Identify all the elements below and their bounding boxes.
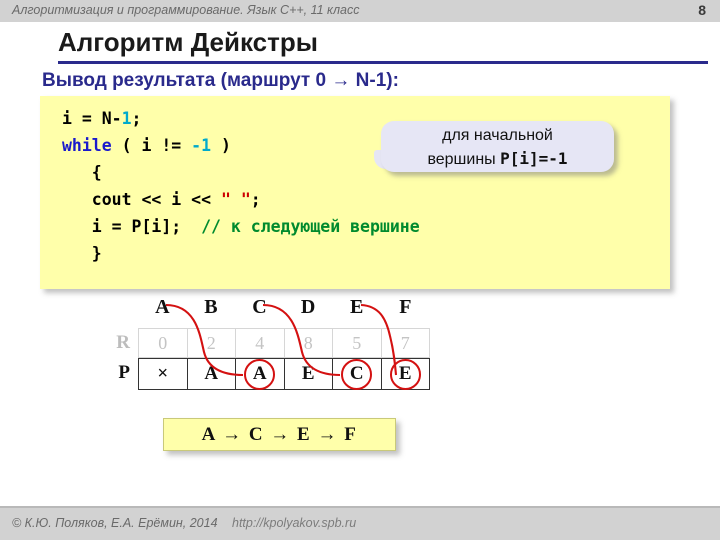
distance-parent-table: A B C D E F R P 0 2 4 8 5 7 × A A E C E	[116, 296, 430, 392]
highlight-circle-icon	[244, 358, 276, 390]
footer-url[interactable]: http://kpolyakov.spb.ru	[232, 516, 356, 530]
callout-line-2: вершины P[i]=-1	[381, 147, 614, 171]
column-header-c: C	[252, 296, 267, 318]
code-text: ;	[250, 190, 261, 209]
course-title: Алгоритмизация и программирование. Язык …	[12, 3, 360, 17]
table-cell: 2	[187, 329, 236, 357]
code-number: -1	[191, 136, 212, 155]
title-divider	[58, 61, 708, 64]
code-comment: // к следующей вершине	[201, 217, 420, 236]
code-keyword: while	[62, 136, 112, 155]
column-header-b: B	[204, 296, 218, 318]
code-text: i = P[i];	[62, 217, 202, 236]
cell-value: ×	[157, 363, 169, 384]
table-cell: A	[187, 359, 236, 389]
table-cell: 8	[284, 329, 333, 357]
table-row-r: 0 2 4 8 5 7	[138, 328, 430, 358]
column-header-f: F	[399, 296, 412, 318]
code-string: " "	[220, 190, 251, 209]
cell-value: E	[301, 363, 315, 384]
callout-bubble: для начальной вершины P[i]=-1	[381, 121, 614, 172]
table-row-p: × A A E C E	[138, 358, 430, 390]
code-text: )	[211, 136, 231, 155]
result-path-banner: A → C → E → F	[163, 418, 396, 451]
table-cell: E	[284, 359, 333, 389]
code-number: 1	[121, 109, 132, 128]
slide-subtitle: Вывод результата (маршрут 0 → N-1):	[42, 70, 399, 91]
table-cell: A	[236, 358, 285, 390]
table-cell: C	[333, 358, 382, 390]
code-line-5: i = P[i]; // к следующей вершине	[62, 213, 670, 240]
table-cell: E	[381, 358, 429, 390]
cell-value: A	[204, 363, 219, 384]
table-cell: ×	[139, 359, 188, 389]
table-cell: 7	[381, 329, 429, 357]
column-header-e: E	[350, 296, 364, 318]
code-line-4: cout << i << " ";	[62, 186, 670, 213]
page-title: Алгоритм Дейкстры	[58, 27, 318, 57]
table-cell: 0	[139, 329, 188, 357]
callout-text: вершины	[427, 151, 501, 168]
table-cell: 5	[333, 329, 382, 357]
highlight-circle-icon	[341, 358, 373, 390]
callout-code: P[i]=-1	[500, 149, 568, 168]
table-cell: 4	[236, 329, 285, 357]
code-text: ;	[131, 109, 142, 128]
code-line-6: }	[62, 244, 102, 263]
footer-copyright: © К.Ю. Поляков, Е.А. Ерёмин, 2014	[12, 516, 218, 530]
row-label-r: R	[116, 332, 130, 353]
code-text: ( i !=	[111, 136, 192, 155]
code-text: i = N-	[62, 109, 122, 128]
table-column-headers: A B C D E F	[138, 296, 430, 324]
column-header-d: D	[300, 296, 316, 318]
code-text: cout << i <<	[62, 190, 221, 209]
slide-header-bar: Алгоритмизация и программирование. Язык …	[0, 0, 720, 22]
column-header-a: A	[155, 296, 170, 318]
row-label-p: P	[118, 362, 130, 383]
page-number: 8	[698, 2, 706, 18]
callout-line-1: для начальной	[442, 127, 553, 144]
highlight-circle-icon	[389, 358, 421, 390]
